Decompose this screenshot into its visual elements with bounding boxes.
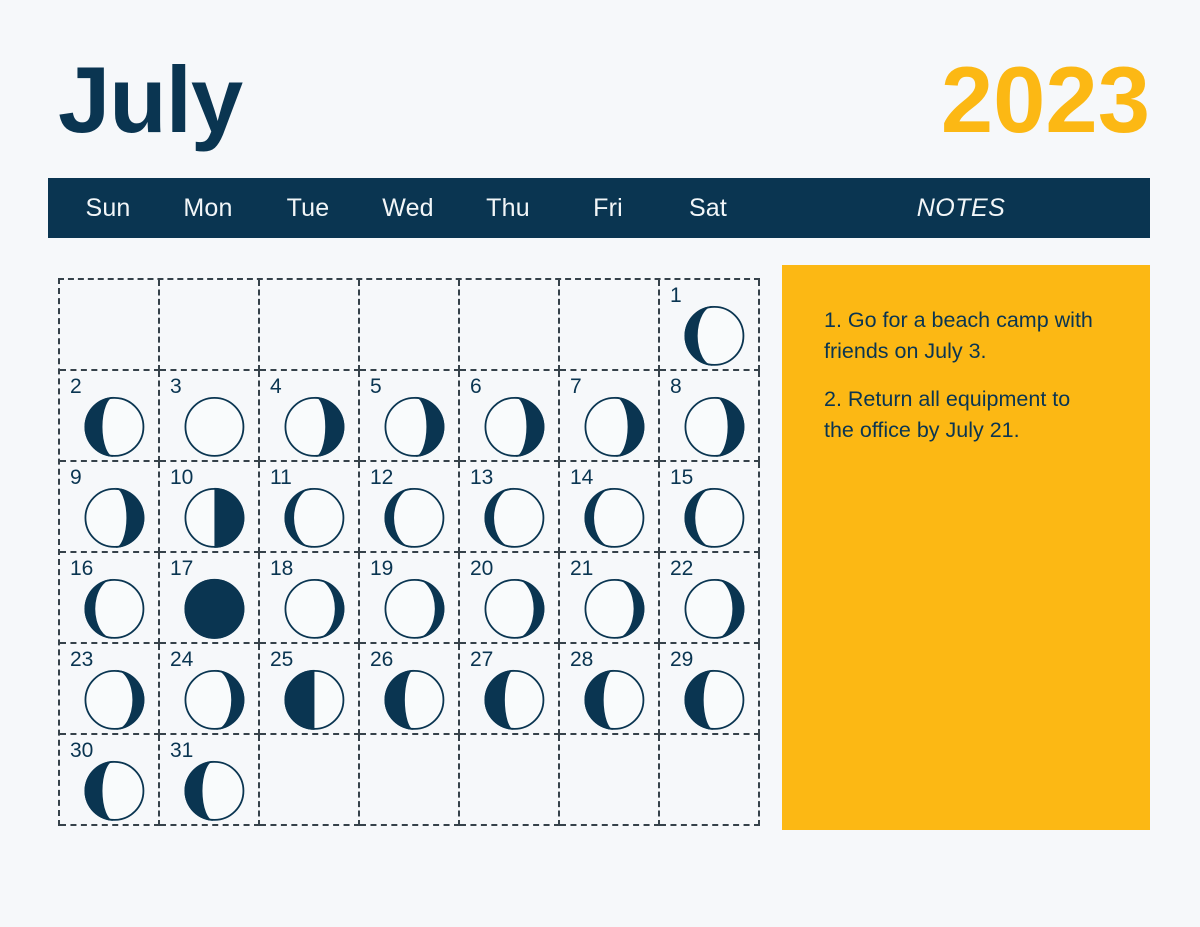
calendar-day-cell[interactable]: 12: [360, 462, 460, 553]
calendar-day-cell[interactable]: 14: [560, 462, 660, 553]
calendar-day-cell[interactable]: 25: [260, 644, 360, 735]
moon-phase-waxing-gibbous-icon: [180, 756, 248, 824]
moon-phase-first-quarter-icon: [280, 665, 348, 733]
calendar-day-cell[interactable]: 6: [460, 371, 560, 462]
moon-phase-waxing-crescent-icon: [580, 574, 648, 642]
calendar-day-cell[interactable]: 7: [560, 371, 660, 462]
calendar-day-cell[interactable]: 22: [660, 553, 760, 644]
calendar-day-cell[interactable]: 11: [260, 462, 360, 553]
moon-phase-waning-gibbous-icon: [280, 392, 348, 460]
calendar-day-cell[interactable]: 18: [260, 553, 360, 644]
title-row: July 2023: [58, 40, 1150, 160]
moon-phase-waxing-crescent-icon: [480, 574, 548, 642]
moon-phase-waning-crescent-icon: [680, 301, 748, 369]
calendar-day-cell[interactable]: 20: [460, 553, 560, 644]
moon-phase-waning-gibbous-icon: [80, 483, 148, 551]
calendar-day-cell[interactable]: 28: [560, 644, 660, 735]
calendar-day-cell[interactable]: 16: [60, 553, 160, 644]
calendar-grid: 1 2 3 4 5 6 7 8 9 10 11 12 13 14 15 16 17 18 19 20 21 22 23 24 2…: [58, 278, 760, 826]
moon-phase-waxing-gibbous-icon: [580, 665, 648, 733]
weekday-label-tue: Tue: [286, 193, 330, 222]
weekday-label-sat: Sat: [688, 193, 728, 222]
calendar-day-cell[interactable]: 1: [660, 280, 760, 371]
weekday-label-thu: Thu: [486, 193, 530, 222]
calendar-day-cell[interactable]: 23: [60, 644, 160, 735]
moon-phase-last-quarter-icon: [180, 483, 248, 551]
calendar-day-cell[interactable]: 15: [660, 462, 760, 553]
calendar-page: July 2023 Sun Mon Tue Wed Thu Fri Sat NOTES 12…: [0, 0, 1200, 927]
calendar-day-cell[interactable]: 31: [160, 735, 260, 826]
moon-phase-waning-crescent-icon: [80, 392, 148, 460]
moon-phase-waning-crescent-icon: [680, 483, 748, 551]
weekday-label-mon: Mon: [183, 193, 233, 222]
moon-phase-waxing-gibbous-icon: [380, 665, 448, 733]
moon-phase-waxing-gibbous-icon: [480, 665, 548, 733]
calendar-cell-empty: [160, 280, 260, 371]
weekday-labels: Sun Mon Tue Wed Thu Fri Sat: [48, 194, 782, 223]
calendar-cell-empty: [460, 280, 560, 371]
moon-phase-waning-crescent-icon: [380, 483, 448, 551]
calendar-day-cell[interactable]: 13: [460, 462, 560, 553]
calendar-day-cell[interactable]: 26: [360, 644, 460, 735]
weekday-label-wed: Wed: [382, 193, 434, 222]
note-item: 2. Return all equipment to the office by…: [824, 387, 1071, 442]
moon-phase-waning-crescent-icon: [80, 574, 148, 642]
weekday-header-bar: Sun Mon Tue Wed Thu Fri Sat NOTES: [48, 178, 1150, 238]
calendar-day-cell[interactable]: 30: [60, 735, 160, 826]
calendar-cell-empty: [260, 735, 360, 826]
moon-phase-full-moon-icon: [180, 392, 248, 460]
page-title-month: July: [58, 47, 243, 152]
moon-phase-waxing-gibbous-icon: [680, 665, 748, 733]
weekday-label-sun: Sun: [85, 193, 131, 222]
calendar-day-cell[interactable]: 19: [360, 553, 460, 644]
calendar-day-cell[interactable]: 10: [160, 462, 260, 553]
moon-phase-waning-crescent-icon: [280, 483, 348, 551]
moon-phase-waxing-crescent-icon: [80, 665, 148, 733]
moon-phase-waxing-crescent-icon: [680, 574, 748, 642]
calendar-day-cell[interactable]: 27: [460, 644, 560, 735]
moon-phase-waning-gibbous-icon: [680, 392, 748, 460]
moon-phase-waning-crescent-icon: [580, 483, 648, 551]
moon-phase-waxing-crescent-icon: [180, 665, 248, 733]
page-title-year: 2023: [940, 47, 1150, 152]
weekday-label-fri: Fri: [593, 193, 623, 222]
calendar-day-cell[interactable]: 24: [160, 644, 260, 735]
moon-phase-waning-crescent-icon: [480, 483, 548, 551]
calendar-day-cell[interactable]: 17: [160, 553, 260, 644]
moon-phase-new-moon-icon: [180, 574, 248, 642]
calendar-day-cell[interactable]: 8: [660, 371, 760, 462]
note-item: 1. Go for a beach camp with friends on J…: [824, 308, 1093, 363]
calendar-day-cell[interactable]: 4: [260, 371, 360, 462]
calendar-day-cell[interactable]: 3: [160, 371, 260, 462]
calendar-cell-empty: [60, 280, 160, 371]
calendar-cell-empty: [560, 735, 660, 826]
notes-column-header: NOTES: [916, 193, 1006, 222]
calendar-day-cell[interactable]: 29: [660, 644, 760, 735]
calendar-cell-empty: [660, 735, 760, 826]
moon-phase-waxing-gibbous-icon: [80, 756, 148, 824]
calendar-day-cell[interactable]: 21: [560, 553, 660, 644]
calendar-day-cell[interactable]: 9: [60, 462, 160, 553]
calendar-cell-empty: [360, 280, 460, 371]
calendar-cell-empty: [560, 280, 660, 371]
moon-phase-waning-gibbous-icon: [580, 392, 648, 460]
calendar-day-cell[interactable]: 2: [60, 371, 160, 462]
moon-phase-waning-gibbous-icon: [380, 392, 448, 460]
calendar-cell-empty: [360, 735, 460, 826]
moon-phase-waxing-crescent-icon: [380, 574, 448, 642]
calendar-day-cell[interactable]: 5: [360, 371, 460, 462]
moon-phase-waxing-crescent-icon: [280, 574, 348, 642]
calendar-cell-empty: [260, 280, 360, 371]
moon-phase-waning-gibbous-icon: [480, 392, 548, 460]
calendar-cell-empty: [460, 735, 560, 826]
notes-panel: 1. Go for a beach camp with friends on J…: [782, 265, 1150, 830]
